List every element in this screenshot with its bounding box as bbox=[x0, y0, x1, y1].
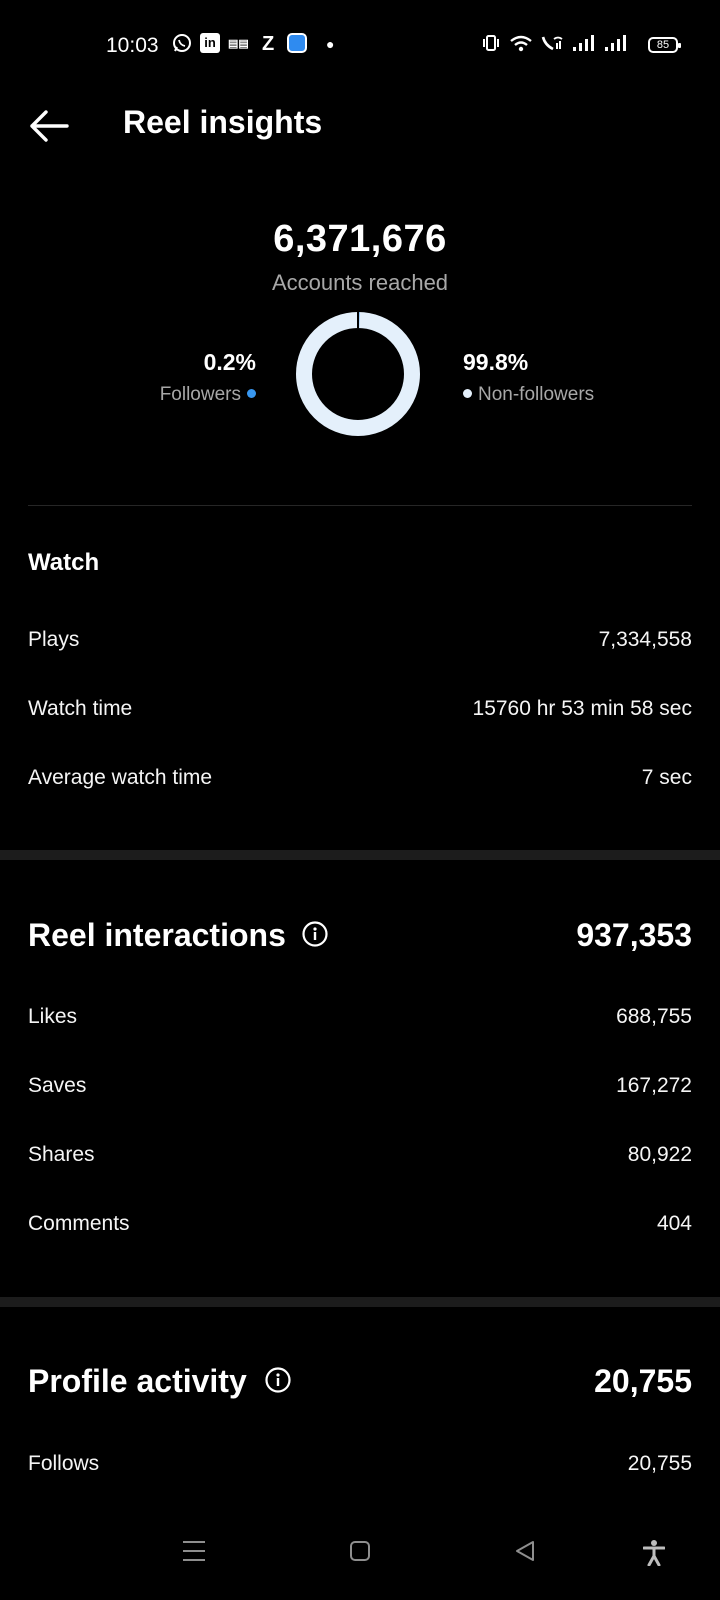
followers-dot-icon bbox=[247, 388, 256, 398]
shares-label: Shares bbox=[28, 1143, 95, 1166]
accounts-reached-value: 6,371,676 bbox=[273, 218, 447, 260]
non-followers-label: Non-followers bbox=[478, 384, 595, 405]
wifi-icon bbox=[509, 33, 533, 58]
follows-label: Follows bbox=[28, 1452, 100, 1475]
wifi-call-icon bbox=[540, 33, 564, 58]
watch-time-value: 15760 hr 53 min 58 sec bbox=[472, 697, 692, 720]
profile-activity-total: 20,755 bbox=[594, 1363, 692, 1399]
likes-label: Likes bbox=[28, 1005, 78, 1028]
back-icon[interactable] bbox=[514, 1540, 536, 1562]
average-watch-time-value: 7 sec bbox=[641, 766, 692, 789]
followers-legend: Followers bbox=[160, 384, 258, 406]
average-watch-time-label: Average watch time bbox=[28, 766, 213, 789]
watch-time-label: Watch time bbox=[28, 697, 133, 720]
comments-value: 404 bbox=[656, 1212, 692, 1235]
whatsapp-icon bbox=[172, 33, 192, 58]
plays-value: 7,334,558 bbox=[598, 628, 692, 651]
accessibility-icon[interactable] bbox=[643, 1540, 665, 1566]
signal-icon bbox=[572, 33, 596, 58]
reel-interactions-total: 937,353 bbox=[576, 917, 692, 953]
watch-heading: Watch bbox=[28, 549, 100, 576]
comments-label: Comments bbox=[28, 1212, 130, 1235]
reel-interactions-heading: Reel interactions bbox=[28, 917, 286, 953]
shares-value: 80,922 bbox=[627, 1143, 692, 1166]
z-icon: Z bbox=[262, 33, 275, 55]
non-followers-arc bbox=[296, 312, 420, 436]
info-icon[interactable] bbox=[302, 921, 328, 947]
saves-value: 167,272 bbox=[616, 1074, 692, 1097]
dot-icon: ● bbox=[326, 36, 335, 52]
status-bar: 10:03 in ▤▤ Z ● 85 bbox=[0, 0, 720, 92]
signal-icon bbox=[604, 33, 628, 58]
vibrate-icon bbox=[482, 33, 500, 58]
news-icon: ▤▤ bbox=[228, 38, 249, 50]
info-icon[interactable] bbox=[265, 1367, 291, 1393]
followers-percentage: 0.2% bbox=[203, 349, 256, 375]
followers-label: Followers bbox=[159, 384, 241, 405]
battery-indicator: 85 bbox=[648, 37, 681, 53]
plays-label: Plays bbox=[28, 628, 80, 651]
accounts-reached-label: Accounts reached bbox=[271, 270, 449, 295]
linkedin-icon: in bbox=[200, 33, 220, 53]
non-followers-percentage: 99.8% bbox=[463, 349, 529, 375]
page-title: Reel insights bbox=[123, 104, 323, 140]
home-icon[interactable] bbox=[349, 1540, 371, 1562]
back-arrow-icon[interactable] bbox=[28, 108, 70, 144]
menu-icon[interactable] bbox=[182, 1540, 206, 1562]
likes-value: 688,755 bbox=[616, 1005, 692, 1028]
follows-value: 20,755 bbox=[627, 1452, 692, 1475]
reach-donut-chart bbox=[296, 312, 420, 436]
divider bbox=[28, 505, 692, 506]
non-followers-legend: Non-followers bbox=[463, 384, 594, 406]
section-divider bbox=[0, 850, 720, 860]
status-time: 10:03 bbox=[106, 34, 159, 57]
section-divider bbox=[0, 1297, 720, 1307]
saves-label: Saves bbox=[28, 1074, 87, 1097]
non-followers-dot-icon bbox=[463, 388, 472, 398]
app-icon bbox=[287, 33, 307, 53]
profile-activity-heading: Profile activity bbox=[28, 1363, 247, 1399]
